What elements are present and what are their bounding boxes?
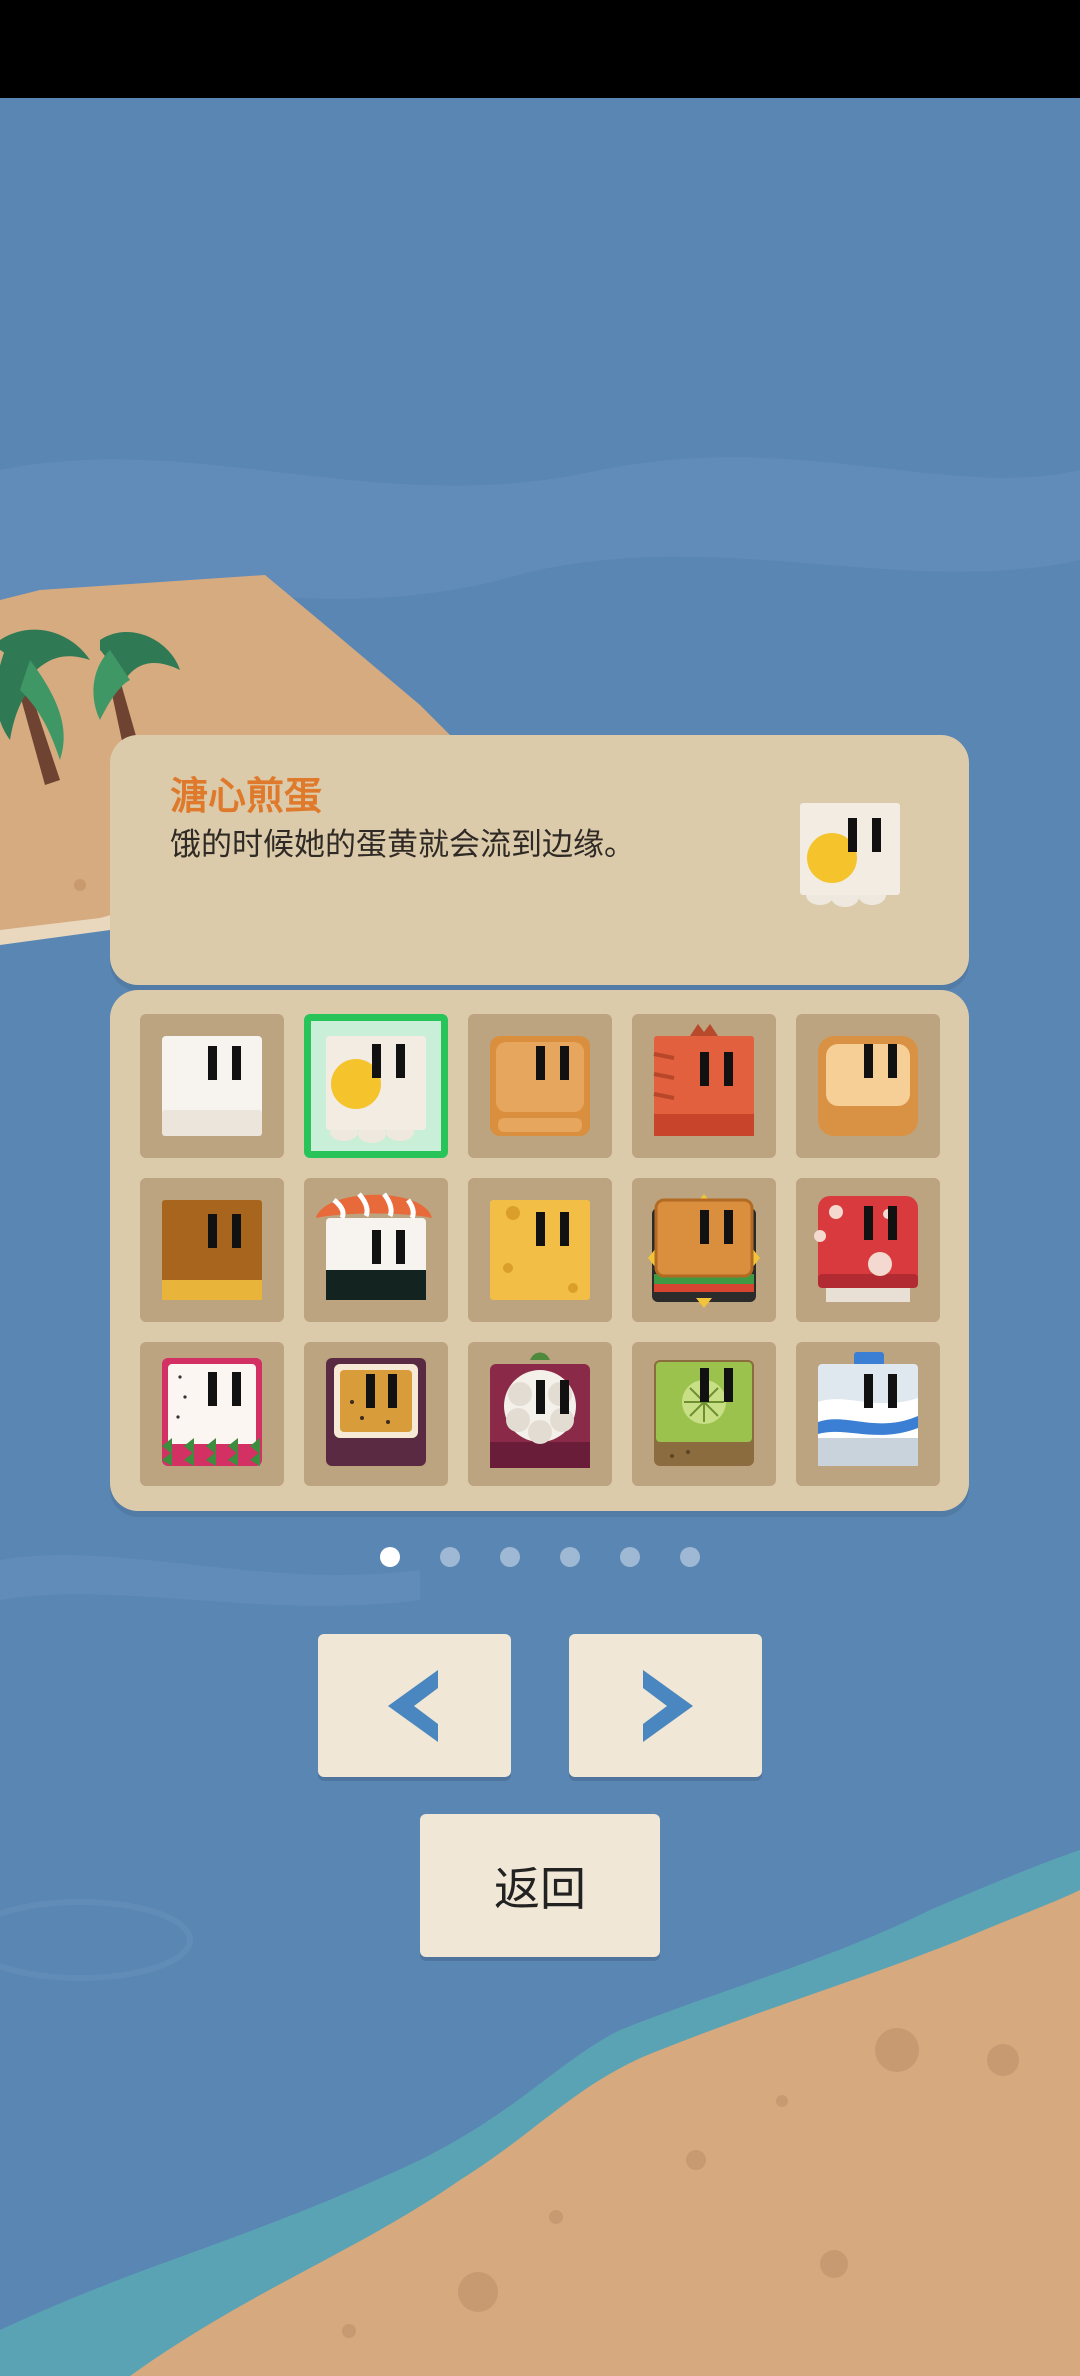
page-dot-6[interactable] (680, 1547, 700, 1567)
grid-slot-cheese-block[interactable] (468, 1178, 612, 1322)
grid-slot-passion-fruit-block[interactable] (304, 1342, 448, 1486)
chevron-left-icon (387, 1669, 438, 1742)
grid-slot-sandwich-block[interactable] (632, 1178, 776, 1322)
previous-page-button[interactable] (318, 1634, 511, 1777)
grid-slot-dragon-fruit-block[interactable] (140, 1342, 284, 1486)
mushroom-icon (814, 1196, 918, 1302)
salmon-sushi-icon (316, 1192, 432, 1300)
grid-slot-plain-block[interactable] (140, 1014, 284, 1158)
page-dot-4[interactable] (560, 1547, 580, 1567)
grid-slot-salmon-sushi-block[interactable] (304, 1178, 448, 1322)
passion-fruit-icon (326, 1358, 426, 1466)
grid-slot-mushroom-block[interactable] (796, 1178, 940, 1322)
page-indicator (0, 1547, 1080, 1569)
item-title: 溏心煎蛋 (170, 774, 323, 818)
bread-icon (490, 1036, 590, 1136)
item-description: 饿的时候她的蛋黄就会流到边缘。 (170, 827, 635, 863)
page-dot-5[interactable] (620, 1547, 640, 1567)
plain-block-icon (162, 1036, 262, 1136)
toast-icon (818, 1036, 918, 1136)
grid-slot-milk-bottle-block[interactable] (796, 1342, 940, 1486)
dragon-fruit-icon (162, 1358, 262, 1466)
back-button-label: 返回 (494, 1861, 586, 1916)
grid-slot-bread-block[interactable] (468, 1014, 612, 1158)
salmon-icon (653, 1024, 754, 1136)
collection-grid (110, 990, 969, 1511)
item-info-panel: 溏心煎蛋 饿的时候她的蛋黄就会流到边缘。 (110, 735, 969, 985)
page-dot-3[interactable] (500, 1547, 520, 1567)
kiwi-icon (654, 1360, 754, 1466)
page-dot-2[interactable] (440, 1547, 460, 1567)
status-bar (0, 0, 1080, 98)
grid-slot-salmon-block[interactable] (632, 1014, 776, 1158)
next-page-button[interactable] (569, 1634, 762, 1777)
sandwich-icon (648, 1194, 760, 1308)
mangosteen-icon (490, 1352, 590, 1468)
chevron-right-icon (642, 1669, 693, 1742)
grid-slot-mangosteen-block[interactable] (468, 1342, 612, 1486)
fried-egg-icon (326, 1036, 426, 1143)
page-dot-1[interactable] (380, 1547, 400, 1567)
back-button[interactable]: 返回 (420, 1814, 660, 1957)
cheese-icon (490, 1200, 590, 1300)
fried-egg-preview-icon (800, 803, 900, 907)
grid-slot-chocolate-cake-block[interactable] (140, 1178, 284, 1322)
grid-slot-fried-egg-block[interactable] (304, 1014, 448, 1158)
milk-bottle-icon (818, 1352, 918, 1466)
grid-slot-toast-block[interactable] (796, 1014, 940, 1158)
chocolate-cake-icon (162, 1200, 262, 1300)
grid-slot-kiwi-block[interactable] (632, 1342, 776, 1486)
